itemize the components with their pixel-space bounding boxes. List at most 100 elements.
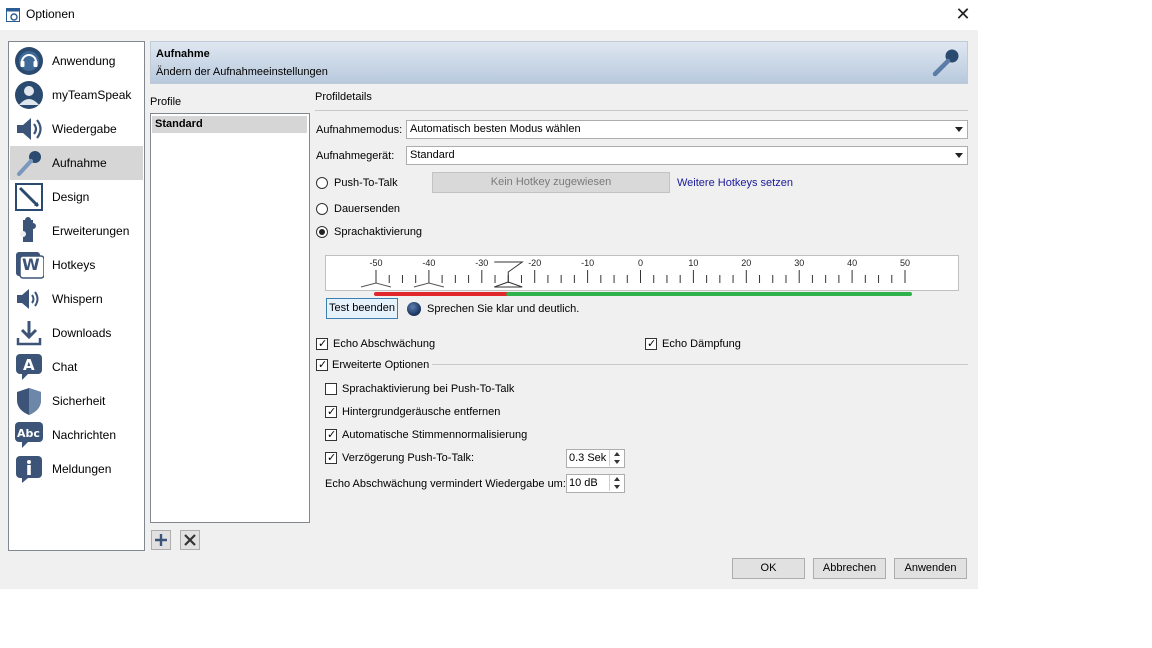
spin-up-icon[interactable]: [609, 450, 624, 458]
chevron-down-icon: [955, 127, 963, 132]
sidebar-item-label: myTeamSpeak: [52, 88, 132, 102]
plus-icon: [155, 534, 167, 546]
scale-label: -10: [581, 258, 594, 268]
test-hint: Sprechen Sie klar und deutlich.: [427, 303, 580, 315]
chat-bubble-icon: A: [16, 354, 42, 380]
recording-device-value: Standard: [410, 149, 455, 161]
ptt-delay-spinbox[interactable]: 0.3 Sek: [566, 449, 625, 468]
spin-up-icon[interactable]: [609, 475, 624, 483]
ok-button[interactable]: OK: [732, 558, 805, 579]
sidebar-item-anwendung[interactable]: Anwendung: [10, 44, 143, 78]
divider: [315, 110, 968, 111]
sidebar-item-label: Meldungen: [52, 462, 112, 476]
scale-label: 20: [741, 258, 751, 268]
options-window: Optionen ✕ Anwendung myTeamSpeak Wiederg…: [0, 0, 978, 589]
design-pencil-icon: [15, 183, 43, 211]
headset-icon: [15, 47, 43, 75]
sidebar-item-downloads[interactable]: Downloads: [10, 316, 143, 350]
cancel-button[interactable]: Abbrechen: [813, 558, 886, 579]
sidebar-item-chat[interactable]: A Chat: [10, 350, 143, 384]
speaker-icon: [17, 118, 42, 140]
sidebar-item-label: Wiedergabe: [52, 122, 117, 136]
sidebar-item-aufnahme[interactable]: Aufnahme: [10, 146, 143, 180]
settings-sidebar: Anwendung myTeamSpeak Wiedergabe Aufnahm…: [8, 41, 145, 551]
spin-down-icon[interactable]: [609, 483, 624, 491]
more-hotkeys-link[interactable]: Weitere Hotkeys setzen: [677, 177, 793, 189]
auto-normalize-checkbox[interactable]: [325, 429, 337, 441]
message-abc-icon: Abc: [15, 422, 43, 448]
ptt-delay-label: Verzögerung Push-To-Talk:: [342, 452, 475, 464]
sidebar-item-design[interactable]: Design: [10, 180, 143, 214]
sidebar-item-myteamspeak[interactable]: myTeamSpeak: [10, 78, 143, 112]
puzzle-icon: [20, 217, 36, 242]
sidebar-item-hotkeys[interactable]: W Hotkeys: [10, 248, 143, 282]
recording-device-select[interactable]: Standard: [406, 146, 968, 165]
scale-label: 30: [794, 258, 804, 268]
scale-label: -40: [422, 258, 435, 268]
advanced-options-label: Erweiterte Optionen: [332, 359, 430, 371]
voice-activation-slider[interactable]: -50 -40 -30 -20 -10 0 10 20 30 40 50: [325, 255, 959, 291]
recording-mode-label: Aufnahmemodus:: [316, 124, 403, 136]
sidebar-item-whispern[interactable]: Whispern: [10, 282, 143, 316]
microphone-icon: [932, 49, 959, 77]
echo-damping-checkbox[interactable]: [645, 338, 657, 350]
voice-activation-radio[interactable]: [316, 226, 328, 238]
sidebar-item-wiedergabe[interactable]: Wiedergabe: [10, 112, 143, 146]
ptt-delay-checkbox[interactable]: [325, 452, 337, 464]
user-profile-icon: [15, 81, 43, 109]
sidebar-item-nachrichten[interactable]: Abc Nachrichten: [10, 418, 143, 452]
db-scale: -50 -40 -30 -20 -10 0 10 20 30 40 50: [360, 258, 910, 288]
scale-label: 50: [900, 258, 910, 268]
stop-test-button[interactable]: Test beenden: [326, 298, 398, 319]
noise-removal-label: Hintergrundgeräusche entfernen: [342, 406, 501, 418]
page-header: Aufnahme Ändern der Aufnahmeeinstellunge…: [150, 41, 968, 84]
svg-text:W: W: [22, 255, 40, 274]
auto-normalize-label: Automatische Stimmennormalisierung: [342, 429, 528, 441]
voice-on-ptt-checkbox[interactable]: [325, 383, 337, 395]
sidebar-item-label: Aufnahme: [52, 156, 107, 170]
svg-text:A: A: [23, 356, 35, 374]
echo-reduction-checkbox[interactable]: [316, 338, 328, 350]
profiles-label: Profile: [150, 96, 182, 108]
chevron-down-icon: [955, 153, 963, 158]
profile-details-label: Profildetails: [315, 91, 372, 103]
assign-hotkey-button[interactable]: Kein Hotkey zugewiesen: [432, 172, 670, 193]
scale-label: 0: [638, 258, 643, 268]
sidebar-item-meldungen[interactable]: Meldungen: [10, 452, 143, 486]
profile-item[interactable]: Standard: [152, 116, 307, 133]
continuous-transmission-label: Dauersenden: [334, 203, 401, 215]
page-title: Aufnahme: [156, 48, 210, 60]
window-title: Optionen: [26, 7, 75, 21]
input-level-bar: [374, 292, 912, 296]
voice-activity-indicator-icon: [407, 302, 421, 316]
spin-down-icon[interactable]: [609, 458, 624, 466]
push-to-talk-radio[interactable]: [316, 177, 328, 189]
continuous-transmission-radio[interactable]: [316, 203, 328, 215]
svg-text:Abc: Abc: [17, 427, 40, 440]
download-icon: [16, 321, 42, 346]
threshold-handle[interactable]: [494, 261, 524, 288]
microphone-icon: [17, 151, 41, 176]
settings-window-icon: [6, 8, 20, 22]
sidebar-item-label: Erweiterungen: [52, 224, 130, 238]
sidebar-item-label: Nachrichten: [52, 428, 117, 442]
sidebar-item-erweiterungen[interactable]: Erweiterungen: [10, 214, 143, 248]
delete-profile-button[interactable]: [180, 530, 200, 550]
sidebar-item-sicherheit[interactable]: Sicherheit: [10, 384, 143, 418]
advanced-options-checkbox[interactable]: [316, 359, 328, 371]
close-button[interactable]: ✕: [950, 3, 976, 25]
sidebar-item-label: Sicherheit: [52, 394, 106, 408]
scale-label: 40: [847, 258, 857, 268]
delete-x-icon: [184, 534, 196, 546]
recording-mode-select[interactable]: Automatisch besten Modus wählen: [406, 120, 968, 139]
scale-label: -20: [528, 258, 541, 268]
recording-device-label: Aufnahmegerät:: [316, 150, 395, 162]
profile-list[interactable]: Standard: [150, 113, 310, 523]
apply-button[interactable]: Anwenden: [894, 558, 967, 579]
noise-removal-checkbox[interactable]: [325, 406, 337, 418]
add-profile-button[interactable]: [151, 530, 171, 550]
scale-label: -50: [369, 258, 382, 268]
echo-playback-spinbox[interactable]: 10 dB: [566, 474, 625, 493]
peak-marker: [360, 282, 392, 288]
echo-damping-label: Echo Dämpfung: [662, 338, 741, 350]
